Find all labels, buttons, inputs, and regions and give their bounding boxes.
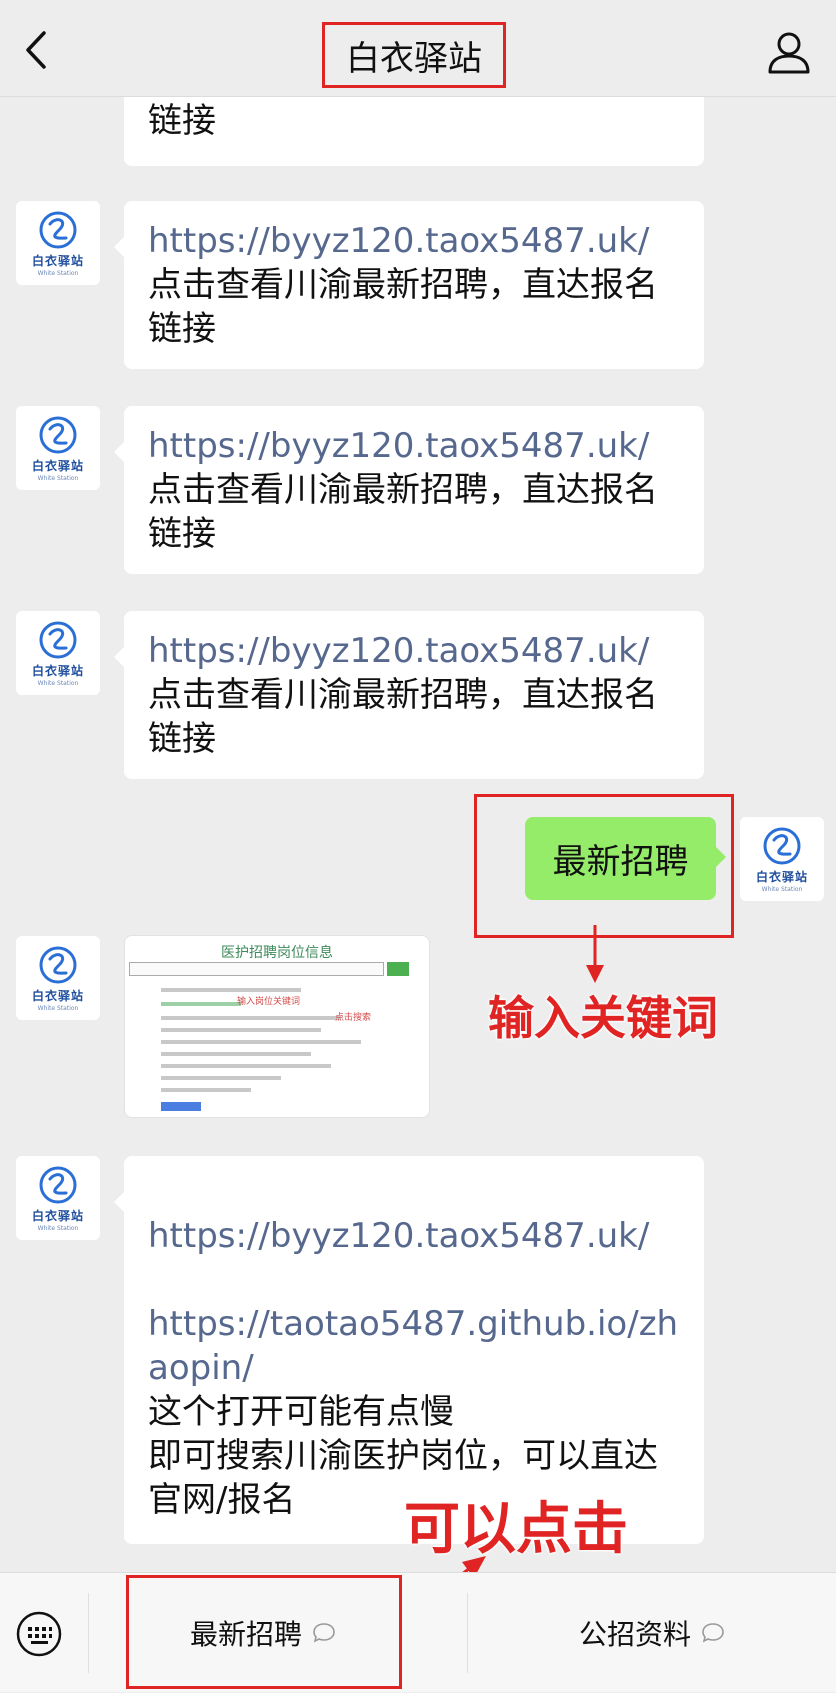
bottom-menu: 最新招聘 公招资料 bbox=[0, 1572, 836, 1692]
avatar[interactable]: 白衣驿站 White Station bbox=[16, 936, 100, 1020]
message-link[interactable]: https://byyz120.taox5487.uk/ bbox=[148, 424, 680, 468]
annotation-keyword: 输入关键词 bbox=[488, 991, 718, 1045]
keyboard-icon[interactable] bbox=[14, 1609, 64, 1659]
message-link[interactable]: https://byyz120.taox5487.uk/ bbox=[148, 629, 680, 673]
image-row bbox=[161, 1088, 251, 1092]
message-bubble[interactable]: https://byyz120.taox5487.uk/ 点击查看川渝最新招聘，… bbox=[114, 611, 704, 779]
image-search-bar bbox=[129, 962, 384, 976]
logo-icon bbox=[39, 211, 77, 248]
message-bubble[interactable]: https://byyz120.taox5487.uk/ https://tao… bbox=[114, 1156, 704, 1544]
user-message-bubble[interactable]: 最新招聘 bbox=[525, 817, 726, 900]
logo-icon bbox=[39, 621, 77, 658]
user-profile-icon[interactable] bbox=[764, 28, 814, 78]
image-row bbox=[161, 1064, 331, 1068]
image-row bbox=[161, 1028, 321, 1032]
image-row bbox=[161, 988, 301, 992]
avatar[interactable]: 白衣驿站 White Station bbox=[740, 817, 824, 901]
image-row bbox=[161, 1052, 311, 1056]
avatar[interactable]: 白衣驿站 White Station bbox=[16, 1156, 100, 1240]
message-link[interactable]: https://byyz120.taox5487.uk/ bbox=[148, 1214, 680, 1258]
image-search-button bbox=[387, 962, 409, 976]
image-row bbox=[161, 1002, 241, 1006]
logo-icon bbox=[39, 416, 77, 453]
logo-icon bbox=[763, 827, 801, 864]
message-link[interactable]: https://byyz120.taox5487.uk/ bbox=[148, 219, 680, 263]
image-row bbox=[161, 1016, 341, 1020]
chat-title: 白衣驿站 bbox=[322, 22, 506, 88]
image-row bbox=[161, 1040, 361, 1044]
menu-divider bbox=[88, 1593, 89, 1673]
back-icon[interactable] bbox=[18, 25, 58, 75]
image-row bbox=[161, 1076, 281, 1080]
highlight-box bbox=[126, 1575, 402, 1689]
avatar[interactable]: 白衣驿站 White Station bbox=[16, 406, 100, 490]
image-button bbox=[161, 1102, 201, 1111]
message-bubble[interactable]: https://byyz120.taox5487.uk/ 点击查看川渝最新招聘，… bbox=[114, 406, 704, 574]
image-message[interactable]: 医护招聘岗位信息 输入岗位关键词 点击搜索 bbox=[124, 935, 430, 1118]
logo-icon bbox=[39, 946, 77, 983]
arrow-down-annotation bbox=[586, 925, 604, 983]
message-link[interactable]: https://taotao5487.github.io/zhaopin/ bbox=[148, 1302, 680, 1390]
logo-icon bbox=[39, 1166, 77, 1203]
avatar[interactable]: 白衣驿站 White Station bbox=[16, 611, 100, 695]
menu-item-exam-materials[interactable]: 公招资料 bbox=[468, 1573, 836, 1693]
submenu-bubble-icon bbox=[702, 1623, 724, 1643]
chat-header: 白衣驿站 bbox=[0, 0, 836, 97]
avatar[interactable]: 白衣驿站 White Station bbox=[16, 201, 100, 285]
message-bubble[interactable]: 链接 bbox=[124, 97, 704, 166]
chat-message-list[interactable]: 链接 白衣驿站 White Station https://byyz120.ta… bbox=[0, 97, 836, 1572]
message-bubble[interactable]: https://byyz120.taox5487.uk/ 点击查看川渝最新招聘，… bbox=[114, 201, 704, 369]
